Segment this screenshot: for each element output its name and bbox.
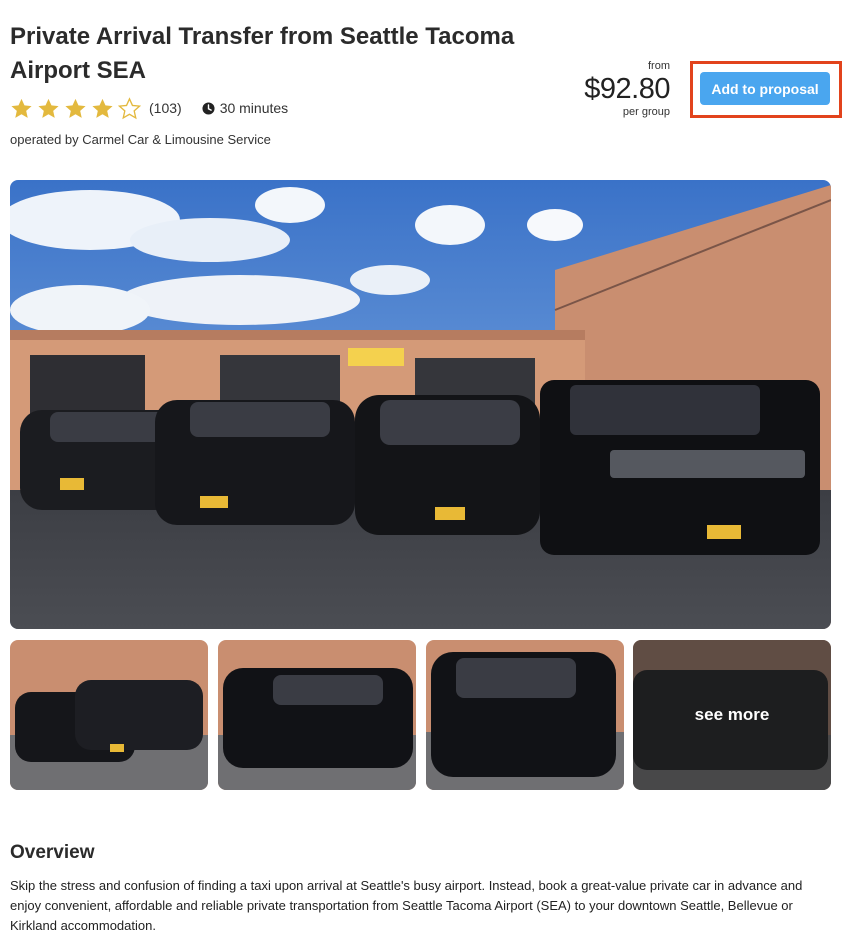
thumbnail-photo (426, 640, 624, 790)
see-more-label: see more (694, 705, 770, 724)
overview-text: Skip the stress and confusion of finding… (10, 878, 803, 933)
price-unit-label: per group (622, 106, 670, 118)
operator-label: operated by Carmel Car & Limousine Servi… (10, 132, 271, 147)
duration-label: 30 minutes (219, 100, 289, 116)
thumbnail-photo (10, 640, 208, 790)
hero-photo (10, 180, 831, 629)
thumbnail-3[interactable] (426, 640, 624, 790)
see-more-overlay: see more (633, 640, 831, 790)
star-filled-icon (11, 98, 32, 118)
thumbnail-strip: see more (10, 640, 831, 790)
price-block: from $92.80 per group (584, 60, 670, 118)
thumbnail-photo (218, 640, 416, 790)
overview-heading: Overview (10, 842, 95, 863)
price-amount: $92.80 (584, 73, 670, 105)
star-rating (10, 96, 145, 120)
clock-icon (202, 101, 215, 115)
duration: 30 minutes (202, 100, 288, 116)
product-title: Private Arrival Transfer from Seattle Ta… (10, 23, 515, 84)
add-to-proposal-button[interactable]: Add to proposal (700, 72, 830, 105)
star-filled-icon (38, 98, 59, 118)
rating-row: (103) 30 minutes (10, 95, 288, 121)
thumbnail-2[interactable] (218, 640, 416, 790)
star-filled-icon (65, 98, 86, 118)
star-filled-icon (92, 98, 113, 118)
thumbnail-1[interactable] (10, 640, 208, 790)
thumbnail-see-more[interactable]: see more (633, 640, 831, 790)
star-empty-icon (118, 96, 141, 119)
price-from-label: from (648, 60, 670, 72)
hero-image[interactable] (10, 180, 831, 629)
review-count[interactable]: (103) (149, 100, 182, 116)
